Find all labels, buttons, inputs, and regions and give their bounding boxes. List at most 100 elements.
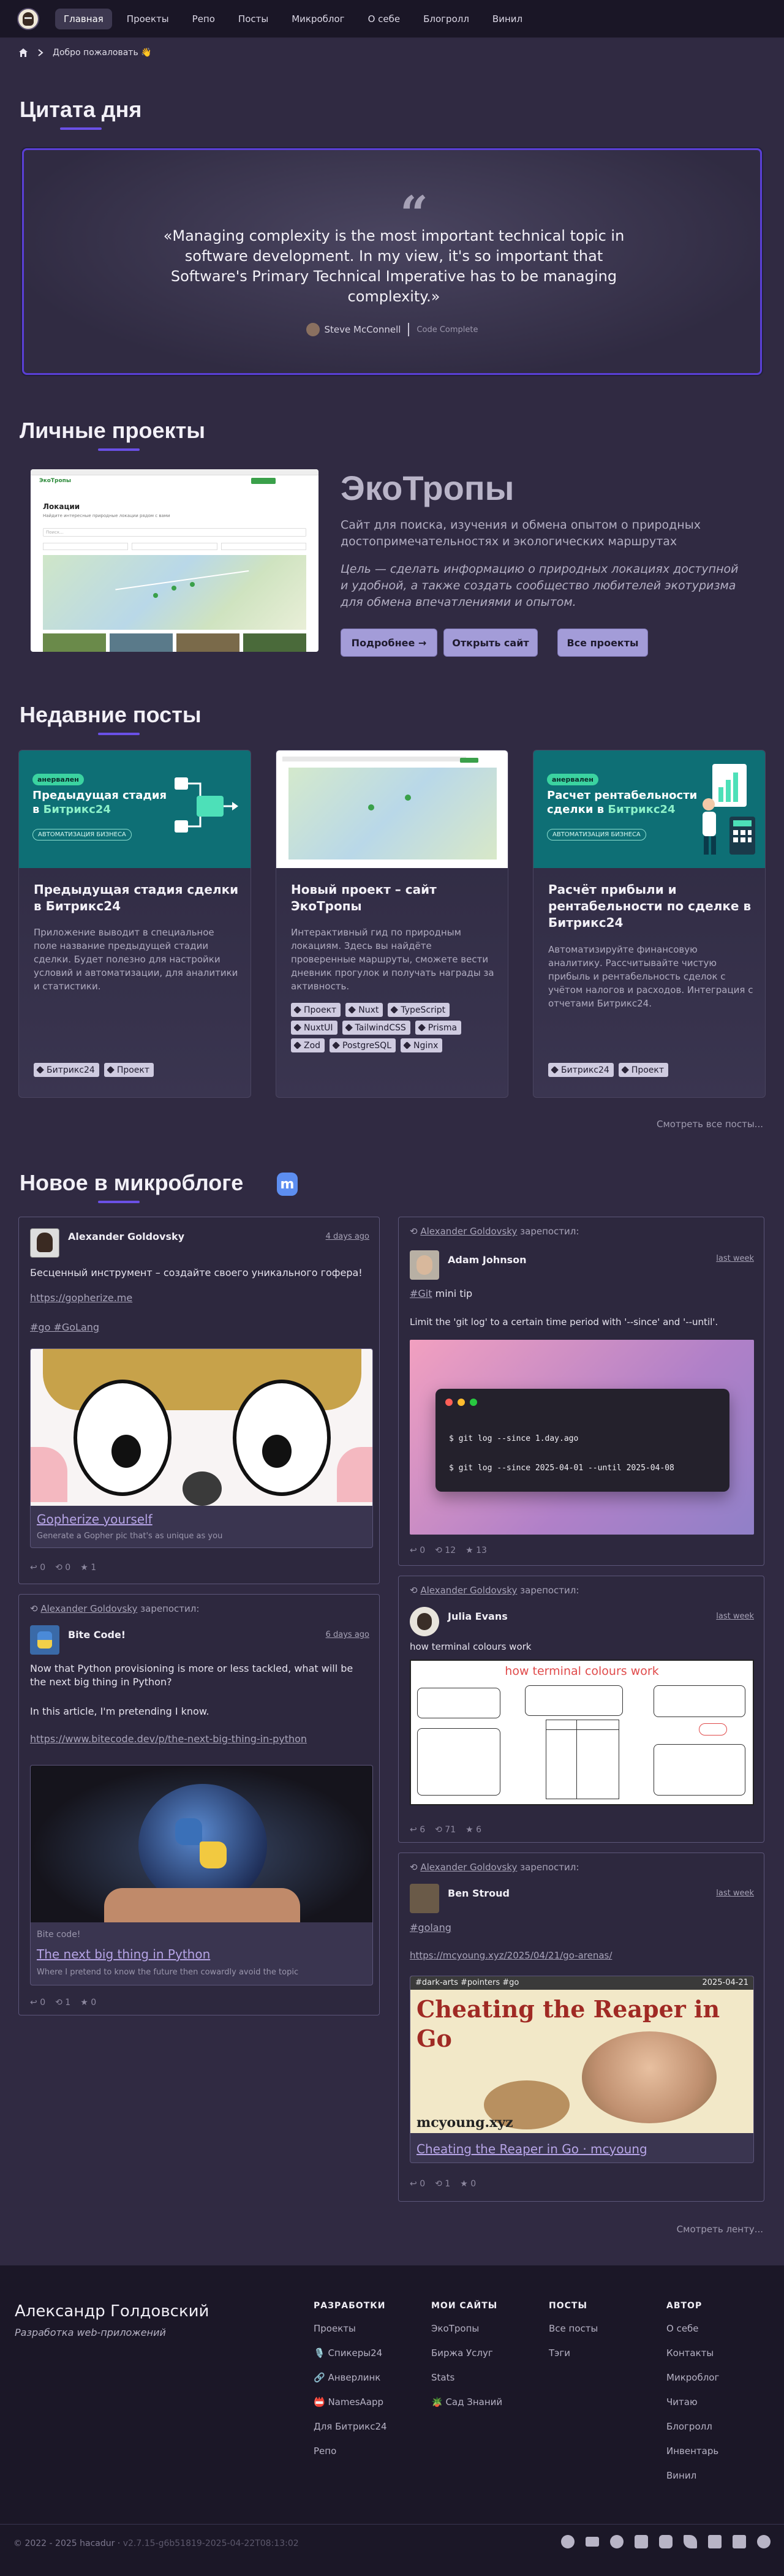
see-feed-link[interactable]: Смотреть ленту...	[677, 2224, 763, 2235]
tag-chip[interactable]: TypeScript	[388, 1003, 450, 1017]
link-preview[interactable]: Bite code! The next big thing in Python …	[30, 1765, 373, 1985]
project-open-site-button[interactable]: Открыть сайт	[443, 629, 538, 657]
footer-link[interactable]: 🪴 Сад Знаний	[431, 2395, 502, 2420]
footer-link[interactable]: Тэги	[549, 2346, 598, 2371]
preview-title[interactable]: Gopherize yourself	[37, 1512, 153, 1527]
boost-count[interactable]: ⟲ 12	[435, 1546, 456, 1555]
link-preview[interactable]: #dark-arts #pointers #go 2025-04-21 Chea…	[410, 1976, 754, 2163]
tag-chip[interactable]: Проект	[291, 1003, 341, 1017]
repost-author[interactable]: Alexander Goldovsky	[420, 1862, 517, 1873]
author-avatar[interactable]	[410, 1884, 439, 1913]
all-projects-button[interactable]: Все проекты	[557, 629, 648, 657]
post-link[interactable]: https://mcyoung.xyz/2025/04/21/go-arenas…	[410, 1950, 612, 1961]
bluesky-icon[interactable]	[684, 2535, 697, 2548]
post-card[interactable]: анервален Расчет рентабельности сделки в …	[533, 750, 766, 1098]
footer-link[interactable]: Читаю	[666, 2395, 719, 2420]
footer-link[interactable]: ЭкоТропы	[431, 2322, 502, 2346]
footer-link[interactable]: Проекты	[314, 2322, 387, 2346]
post-link[interactable]: https://www.bitecode.dev/p/the-next-big-…	[30, 1733, 307, 1745]
repost-author[interactable]: Alexander Goldovsky	[40, 1603, 137, 1614]
favourite-count[interactable]: ★ 0	[460, 2179, 476, 2189]
post-card[interactable]: Новый проект – сайт ЭкоТропы Интерактивн…	[276, 750, 508, 1098]
home-icon[interactable]	[18, 48, 28, 58]
post-date[interactable]: last week	[716, 1254, 754, 1263]
footer-link[interactable]: 🎙️ Спикеры24	[314, 2346, 387, 2371]
post-author[interactable]: Ben Stroud	[448, 1887, 510, 1899]
footer-link[interactable]: Винил	[666, 2469, 719, 2493]
project-screenshot[interactable]: ЭкоТропы Локации Найдите интересные прир…	[31, 469, 318, 652]
tag-chip[interactable]: Nuxt	[345, 1003, 383, 1017]
project-more-button[interactable]: Подробнее →	[341, 629, 437, 657]
reply-count[interactable]: ↩ 6	[410, 1825, 425, 1835]
nav-item-vinyl[interactable]: Винил	[484, 9, 531, 29]
post-hashtags[interactable]: #golang	[410, 1922, 451, 1933]
nav-item-microblog[interactable]: Микроблог	[283, 9, 353, 29]
tag-chip[interactable]: NuxtUI	[291, 1021, 337, 1035]
boost-count[interactable]: ⟲ 1	[435, 2179, 450, 2189]
reply-count[interactable]: ↩ 0	[410, 1546, 425, 1555]
footer-link[interactable]: Биржа Услуг	[431, 2346, 502, 2371]
footer-link[interactable]: Stats	[431, 2371, 502, 2395]
lastfm-icon[interactable]	[733, 2535, 746, 2548]
footer-link[interactable]: Микроблог	[666, 2371, 719, 2395]
boost-count[interactable]: ⟲ 0	[55, 1563, 70, 1573]
post-date[interactable]: last week	[716, 1889, 754, 1898]
footer-link[interactable]: Репо	[314, 2444, 387, 2469]
footer-link[interactable]: Для Битрикс24	[314, 2420, 387, 2444]
post-author[interactable]: Adam Johnson	[448, 1254, 527, 1266]
preview-title[interactable]: The next big thing in Python	[37, 1947, 210, 1962]
post-title[interactable]: Предыдущая стадия сделки в Битрикс24	[34, 882, 242, 915]
favourite-count[interactable]: ★ 1	[80, 1563, 96, 1573]
tag-chip[interactable]: Nginx	[401, 1038, 443, 1052]
footer-link[interactable]: О себе	[666, 2322, 719, 2346]
favourite-count[interactable]: ★ 0	[80, 1998, 96, 2008]
reply-count[interactable]: ↩ 0	[30, 1998, 45, 2008]
post-title[interactable]: Новый проект – сайт ЭкоТропы	[291, 882, 499, 915]
author-avatar[interactable]	[410, 1607, 439, 1636]
tag-chip[interactable]: Проект	[104, 1063, 154, 1077]
post-date[interactable]: 4 days ago	[326, 1232, 369, 1241]
mastodon-icon[interactable]	[659, 2535, 673, 2548]
post-date[interactable]: 6 days ago	[326, 1630, 369, 1639]
post-author[interactable]: Bite Code!	[68, 1629, 126, 1641]
site-logo-avatar[interactable]	[17, 7, 39, 30]
footer-link[interactable]: 🔗 Анверлинк	[314, 2371, 387, 2395]
preview-title[interactable]: Cheating the Reaper in Go · mcyoung	[417, 2142, 647, 2156]
post-date[interactable]: last week	[716, 1612, 754, 1621]
nav-item-repo[interactable]: Репо	[184, 9, 224, 29]
tag-chip[interactable]: TailwindCSS	[342, 1021, 410, 1035]
mastodon-icon[interactable]: m	[277, 1173, 298, 1196]
footer-link[interactable]: 📛 NamesAapp	[314, 2395, 387, 2420]
nav-item-posts[interactable]: Посты	[230, 9, 277, 29]
favourite-count[interactable]: ★ 13	[466, 1546, 487, 1555]
author-avatar[interactable]	[30, 1625, 59, 1655]
rss-icon[interactable]	[708, 2535, 722, 2548]
gitlab-icon[interactable]	[635, 2535, 648, 2548]
tag-chip[interactable]: Битрикс24	[548, 1063, 614, 1077]
footer-link[interactable]: Все посты	[549, 2322, 598, 2346]
tag-chip[interactable]: Проект	[618, 1063, 669, 1077]
footer-link[interactable]: Контакты	[666, 2346, 719, 2371]
author-avatar[interactable]	[30, 1228, 59, 1258]
author-avatar[interactable]	[410, 1250, 439, 1280]
steam-icon[interactable]	[757, 2535, 771, 2548]
post-author[interactable]: Alexander Goldovsky	[68, 1231, 184, 1242]
link-preview[interactable]: Gopherize yourself Generate a Gopher pic…	[30, 1348, 373, 1548]
boost-count[interactable]: ⟲ 1	[55, 1998, 70, 2008]
post-hashtags[interactable]: #go #GoLang	[30, 1321, 99, 1333]
post-card[interactable]: анервален Предыдущая стадия в Битрикс24 А…	[18, 750, 251, 1098]
tag-chip[interactable]: Битрикс24	[34, 1063, 99, 1077]
post-title[interactable]: Расчёт прибыли и рентабельности по сделк…	[548, 882, 756, 931]
boost-count[interactable]: ⟲ 71	[435, 1825, 456, 1835]
nav-item-projects[interactable]: Проекты	[118, 9, 178, 29]
reply-count[interactable]: ↩ 0	[410, 2179, 425, 2189]
reply-count[interactable]: ↩ 0	[30, 1563, 45, 1573]
nav-item-about[interactable]: О себе	[360, 9, 409, 29]
repost-author[interactable]: Alexander Goldovsky	[420, 1585, 517, 1596]
nav-item-blogroll[interactable]: Блогролл	[415, 9, 478, 29]
mail-icon[interactable]	[586, 2537, 599, 2547]
repost-author[interactable]: Alexander Goldovsky	[420, 1226, 517, 1237]
nav-item-home[interactable]: Главная	[55, 8, 112, 29]
post-link[interactable]: https://gopherize.me	[30, 1292, 132, 1304]
github-icon[interactable]	[610, 2535, 624, 2548]
